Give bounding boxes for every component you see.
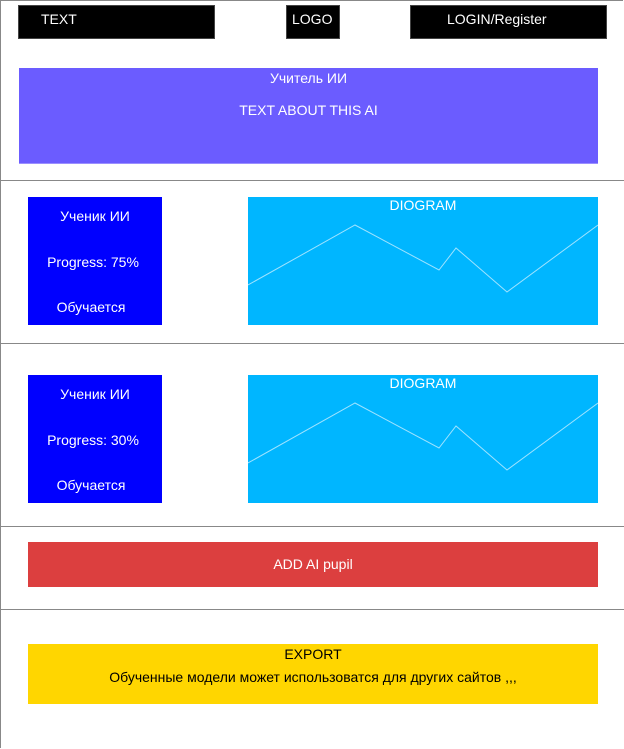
- pupil-card[interactable]: Ученик ИИ Progress: 30% Обучается: [28, 375, 162, 503]
- divider: [0, 343, 624, 344]
- login-register-button[interactable]: LOGIN/Register: [410, 5, 607, 39]
- pupil-title: Ученик ИИ: [60, 386, 130, 402]
- pupil-title: Ученик ИИ: [60, 208, 130, 224]
- pupil-diagram: DIOGRAM: [248, 375, 598, 503]
- diagram-line: [248, 402, 598, 471]
- export-panel[interactable]: EXPORT Обученные модели может использова…: [28, 644, 598, 704]
- teacher-description: TEXT ABOUT THIS AI: [239, 102, 378, 118]
- diagram-line-chart: [248, 402, 598, 471]
- diagram-title: DIOGRAM: [389, 197, 457, 213]
- diagram-line: [248, 224, 598, 293]
- export-description: Обученные модели может использоватся для…: [109, 669, 517, 685]
- header-text[interactable]: TEXT: [18, 5, 215, 39]
- diagram-title: DIOGRAM: [389, 375, 457, 391]
- export-title: EXPORT: [284, 646, 342, 662]
- divider: [0, 180, 624, 181]
- teacher-card: Учитель ИИ TEXT ABOUT THIS AI: [19, 68, 598, 164]
- logo[interactable]: LOGO: [286, 5, 340, 39]
- pupil-card[interactable]: Ученик ИИ Progress: 75% Обучается: [28, 197, 162, 325]
- divider: [0, 609, 624, 610]
- teacher-title: Учитель ИИ: [269, 70, 348, 86]
- pupil-progress: Progress: 75%: [47, 254, 139, 270]
- diagram-line-chart: [248, 224, 598, 293]
- divider: [0, 526, 624, 527]
- add-ai-pupil-button[interactable]: ADD AI pupil: [28, 542, 598, 587]
- pupil-progress: Progress: 30%: [47, 432, 139, 448]
- pupil-status: Обучается: [56, 477, 126, 493]
- pupil-diagram: DIOGRAM: [248, 197, 598, 325]
- pupil-status: Обучается: [56, 299, 126, 315]
